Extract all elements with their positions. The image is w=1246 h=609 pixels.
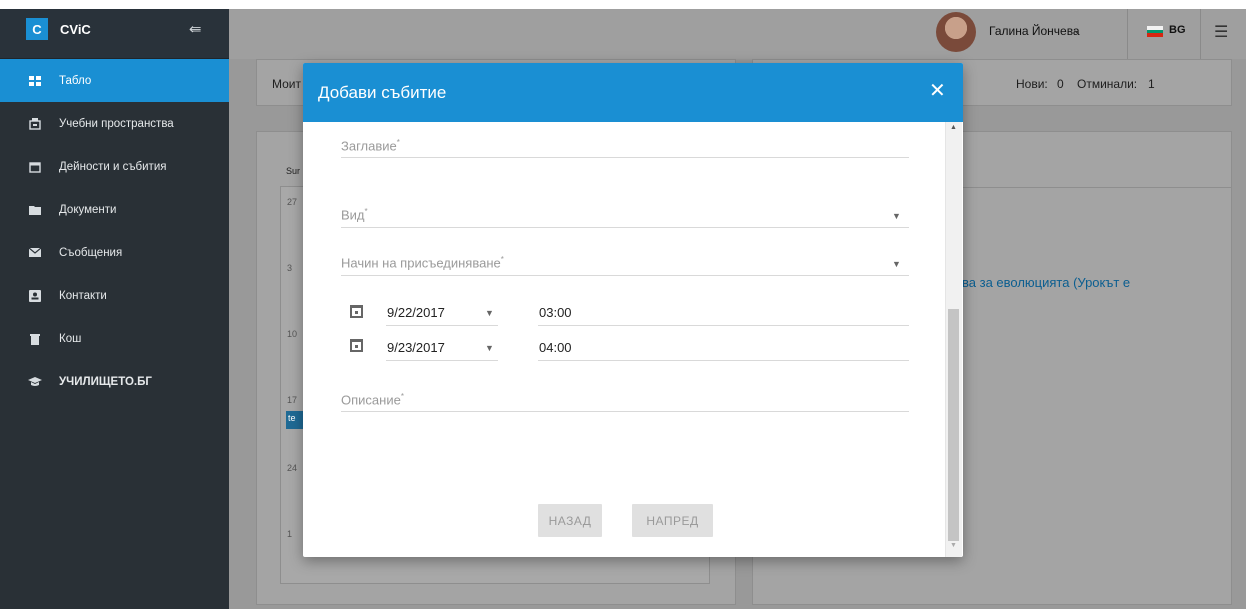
description-field[interactable]: [341, 386, 909, 412]
calendar-day: 1: [287, 529, 293, 539]
calendar-day: 3: [287, 263, 293, 273]
sidebar-item-documents[interactable]: Документи: [0, 188, 229, 231]
top-bar: Галина Йончева ⌄ BG ☰: [229, 9, 1246, 59]
add-event-dialog: Добави събитие ✕ Заглавие* Вид* ▼ Начин …: [303, 63, 963, 557]
calendar-icon[interactable]: [350, 305, 363, 318]
sidebar-item-trash[interactable]: Кош: [0, 317, 229, 360]
calendar-day-header: Sur: [286, 166, 301, 176]
graduation-cap-icon: [28, 375, 42, 389]
dropdown-arrow-icon[interactable]: ▼: [892, 259, 901, 269]
sidebar-item-label: Табло: [59, 74, 92, 87]
classroom-icon: [28, 117, 42, 131]
language-selector[interactable]: BG: [1169, 24, 1186, 36]
dashboard-icon: [28, 74, 42, 88]
calendar-day: 24: [287, 463, 298, 473]
scrollbar-thumb[interactable]: [948, 309, 959, 541]
scroll-up-arrow-icon[interactable]: ▲: [950, 124, 957, 131]
collapse-sidebar-icon[interactable]: ⇚: [189, 20, 202, 38]
stats-new-label: Нови:: [1016, 77, 1048, 91]
sidebar-item-activities[interactable]: Дейности и събития: [0, 145, 229, 188]
close-icon[interactable]: ✕: [929, 81, 946, 101]
sidebar-item-learning-spaces[interactable]: Учебни пространства: [0, 102, 229, 145]
sidebar-item-label: Съобщения: [59, 246, 123, 259]
title-field[interactable]: [341, 132, 909, 158]
folder-icon: [28, 203, 42, 217]
start-time-value: 03:00: [539, 305, 572, 320]
stats-missed-label: Отминали:: [1077, 77, 1138, 91]
end-date-value: 9/23/2017: [387, 340, 445, 355]
next-button[interactable]: НАПРЕД: [632, 504, 713, 537]
end-time-field[interactable]: [538, 334, 909, 361]
dropdown-arrow-icon[interactable]: ▼: [485, 308, 494, 318]
brand-name[interactable]: CViC: [60, 22, 91, 37]
dialog-body: Заглавие* Вид* ▼ Начин на присъединяване…: [303, 122, 946, 557]
sidebar-item-label: УЧИЛИЩЕТО.БГ: [59, 375, 152, 388]
dropdown-arrow-icon[interactable]: ▼: [485, 343, 494, 353]
feed-item-link[interactable]: ва за еволюцията (Урокът е: [962, 275, 1130, 290]
calendar-day: 10: [287, 329, 298, 339]
dropdown-arrow-icon[interactable]: ▼: [892, 211, 901, 221]
trash-icon: [28, 332, 42, 346]
sidebar-item-uchilishteto[interactable]: УЧИЛИЩЕТО.БГ: [0, 360, 229, 403]
start-date-value: 9/22/2017: [387, 305, 445, 320]
stats-missed-value: 1: [1148, 77, 1155, 91]
calendar-day: 17: [287, 395, 298, 405]
calendar-event[interactable]: te: [286, 411, 304, 429]
list-menu-icon[interactable]: ☰: [1214, 22, 1228, 42]
sidebar: C CViC ⇚ Табло Учебни пространства Дейно…: [0, 0, 229, 609]
calendar-icon[interactable]: [350, 339, 363, 352]
sidebar-item-messages[interactable]: Съобщения: [0, 231, 229, 274]
back-button[interactable]: НАЗАД: [538, 504, 602, 537]
sidebar-item-label: Дейности и събития: [59, 160, 167, 173]
join-method-label: Начин на присъединяване*: [341, 255, 504, 271]
contact-card-icon: [28, 289, 42, 303]
sidebar-item-label: Кош: [59, 332, 82, 345]
title-field-label: Заглавие*: [341, 138, 400, 154]
end-time-value: 04:00: [539, 340, 572, 355]
dialog-title: Добави събитие: [318, 82, 447, 102]
calendar-icon: [28, 160, 42, 174]
sidebar-item-dashboard[interactable]: Табло: [0, 59, 229, 102]
type-select-label: Вид*: [341, 207, 368, 223]
sidebar-item-contacts[interactable]: Контакти: [0, 274, 229, 317]
divider: [1200, 9, 1201, 59]
stats-card-title: Моит: [272, 77, 302, 91]
bulgarian-flag-icon[interactable]: [1147, 26, 1163, 38]
dialog-header: Добави събитие ✕: [303, 63, 963, 122]
top-strip: [0, 0, 1246, 9]
scroll-down-arrow-icon[interactable]: ▼: [950, 542, 957, 549]
description-field-label: Описание*: [341, 392, 404, 408]
user-name[interactable]: Галина Йончева: [989, 24, 1080, 38]
calendar-day: 27: [287, 197, 298, 207]
avatar[interactable]: [936, 12, 976, 52]
envelope-icon: [28, 246, 42, 260]
start-time-field[interactable]: [538, 299, 909, 326]
sidebar-item-label: Учебни пространства: [59, 117, 174, 130]
divider: [1127, 9, 1128, 59]
stats-new-value: 0: [1057, 77, 1064, 91]
type-select[interactable]: [341, 202, 909, 228]
brand-logo[interactable]: C: [26, 18, 48, 40]
sidebar-item-label: Документи: [59, 203, 117, 216]
sidebar-item-label: Контакти: [59, 289, 107, 302]
chevron-down-icon[interactable]: ⌄: [1072, 23, 1081, 36]
